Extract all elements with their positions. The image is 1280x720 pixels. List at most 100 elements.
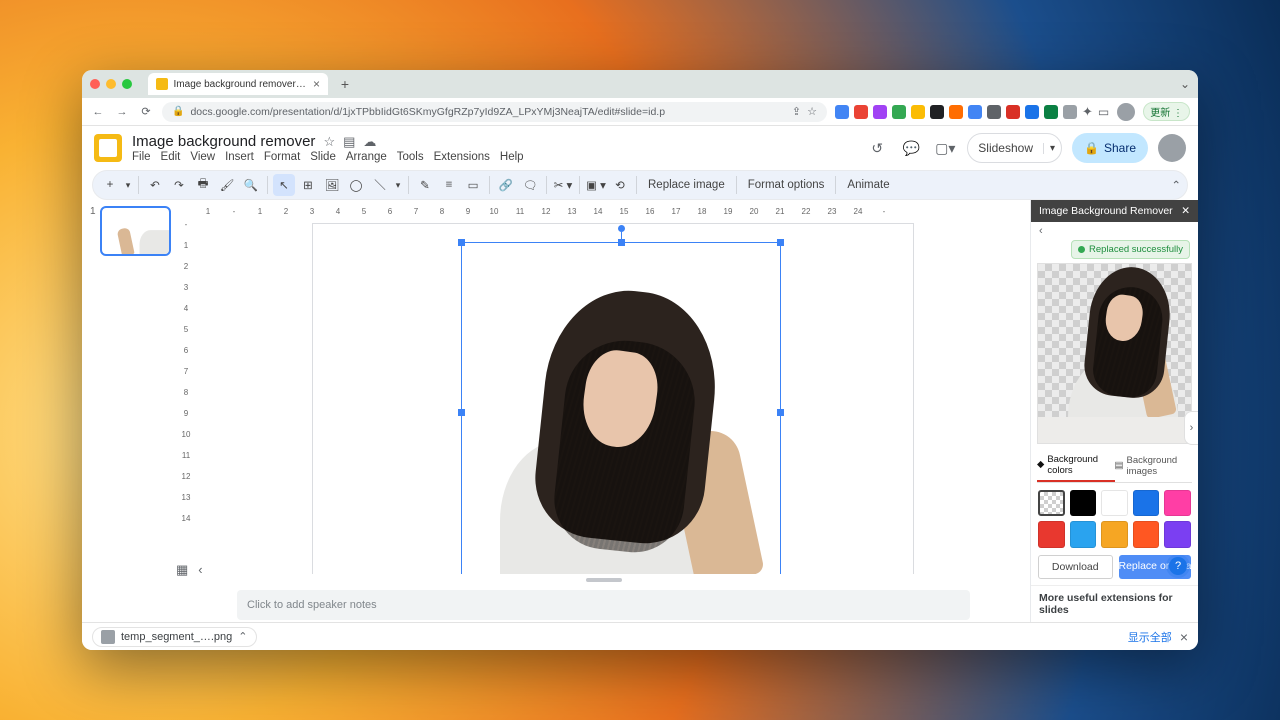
image-selection[interactable]	[461, 242, 781, 574]
replace-original-button[interactable]: Replace original image ?	[1119, 555, 1192, 579]
color-swatch[interactable]	[1164, 490, 1191, 517]
chevron-up-icon[interactable]: ⌃	[238, 630, 247, 643]
color-swatch[interactable]	[1133, 521, 1160, 548]
collapse-sidebar-icon[interactable]: ›	[1184, 411, 1198, 445]
mask-image-button[interactable]: ✂ ▾	[552, 174, 574, 196]
extension-back-button[interactable]: ‹	[1031, 222, 1198, 240]
minimize-window-button[interactable]	[106, 79, 116, 89]
animate-button[interactable]: Animate	[841, 179, 895, 191]
color-swatch[interactable]	[1101, 521, 1128, 548]
menu-tools[interactable]: Tools	[397, 151, 424, 163]
collapse-filmstrip-icon[interactable]: ‹	[198, 562, 202, 578]
close-extension-icon[interactable]: ✕	[1181, 205, 1190, 217]
tab-background-images[interactable]: ▤ Background images	[1115, 450, 1193, 482]
menu-insert[interactable]: Insert	[225, 151, 254, 163]
menu-slide[interactable]: Slide	[310, 151, 336, 163]
extension-icon[interactable]	[1044, 105, 1058, 119]
move-icon[interactable]: ▤	[343, 134, 355, 150]
format-options-button[interactable]: Format options	[742, 179, 831, 191]
color-swatch[interactable]	[1133, 490, 1160, 517]
menu-format[interactable]: Format	[264, 151, 300, 163]
resize-handle[interactable]	[618, 239, 625, 246]
close-tab-icon[interactable]: ×	[313, 77, 320, 91]
reload-button[interactable]: ⟳	[138, 104, 154, 120]
history-icon[interactable]: ↺	[865, 136, 889, 160]
extension-icon[interactable]	[930, 105, 944, 119]
slides-logo-icon[interactable]	[94, 134, 122, 162]
extension-icon[interactable]	[892, 105, 906, 119]
slide-editor[interactable]	[195, 216, 1030, 574]
more-extensions-link[interactable]: More useful extensions for slides	[1031, 585, 1198, 622]
tab-search-icon[interactable]: ⌄	[1180, 77, 1190, 91]
share-page-icon[interactable]: ⇪	[792, 105, 801, 118]
color-swatch[interactable]	[1038, 521, 1065, 548]
back-button[interactable]: ←	[90, 104, 106, 120]
rotate-handle[interactable]	[618, 225, 625, 232]
extension-icon[interactable]	[1006, 105, 1020, 119]
extension-icon[interactable]	[854, 105, 868, 119]
menu-view[interactable]: View	[190, 151, 215, 163]
collapse-toolbar-icon[interactable]: ⌃	[1171, 178, 1181, 192]
new-slide-button[interactable]: +	[99, 174, 121, 196]
slide-canvas[interactable]	[313, 224, 913, 574]
border-weight-button[interactable]: ≡	[438, 174, 460, 196]
show-all-downloads-button[interactable]: 显示全部	[1128, 629, 1172, 645]
image-button[interactable]: 🖼	[321, 174, 343, 196]
grid-view-icon[interactable]: ▦	[176, 562, 188, 578]
download-button[interactable]: Download	[1038, 555, 1113, 579]
maximize-window-button[interactable]	[122, 79, 132, 89]
new-tab-button[interactable]: +	[336, 75, 354, 93]
extension-icon[interactable]	[873, 105, 887, 119]
line-dropdown-icon[interactable]: ▾	[393, 174, 403, 196]
color-swatch[interactable]	[1101, 490, 1128, 517]
meet-icon[interactable]: ▢▾	[933, 136, 957, 160]
menu-help[interactable]: Help	[500, 151, 524, 163]
extension-icon[interactable]	[1063, 105, 1077, 119]
extension-icon[interactable]	[835, 105, 849, 119]
bookmark-star-icon[interactable]: ☆	[807, 105, 817, 118]
extension-icon[interactable]	[968, 105, 982, 119]
tab-background-colors[interactable]: ◆ Background colors	[1037, 450, 1115, 482]
print-button[interactable]: 🖶	[192, 174, 214, 196]
zoom-button[interactable]: 🔍	[240, 174, 262, 196]
cloud-status-icon[interactable]: ☁	[363, 134, 376, 150]
resize-handle[interactable]	[458, 239, 465, 246]
menu-file[interactable]: File	[132, 151, 151, 163]
notes-resize-handle[interactable]	[177, 574, 1030, 586]
star-icon[interactable]: ☆	[323, 134, 335, 150]
slide-thumbnail[interactable]	[100, 206, 171, 256]
help-fab-icon[interactable]: ?	[1169, 557, 1187, 575]
update-chrome-button[interactable]: 更新 ⋮	[1143, 102, 1190, 121]
extension-icon[interactable]	[949, 105, 963, 119]
redo-button[interactable]: ↷	[168, 174, 190, 196]
comment-button[interactable]: 🗨	[519, 174, 541, 196]
browser-tab[interactable]: Image background remover - G ×	[148, 73, 328, 95]
close-shelf-icon[interactable]: ×	[1180, 629, 1188, 645]
border-color-button[interactable]: ✎	[414, 174, 436, 196]
textbox-button[interactable]: ⊞	[297, 174, 319, 196]
close-window-button[interactable]	[90, 79, 100, 89]
comments-icon[interactable]: 💬	[899, 136, 923, 160]
address-bar[interactable]: 🔒 ⇪ ☆	[162, 102, 827, 122]
color-swatch[interactable]	[1038, 490, 1065, 517]
color-swatch[interactable]	[1070, 490, 1097, 517]
undo-button[interactable]: ↶	[144, 174, 166, 196]
side-panel-icon[interactable]: ▭	[1098, 105, 1109, 119]
extensions-menu-icon[interactable]: ✦	[1082, 104, 1093, 120]
profile-avatar[interactable]	[1117, 103, 1135, 121]
shape-button[interactable]: ◯	[345, 174, 367, 196]
url-input[interactable]	[190, 106, 785, 118]
reset-image-button[interactable]: ⟲	[609, 174, 631, 196]
color-swatch[interactable]	[1070, 521, 1097, 548]
slideshow-button[interactable]: Slideshow ▾	[967, 133, 1062, 163]
extension-icon[interactable]	[1025, 105, 1039, 119]
account-avatar[interactable]	[1158, 134, 1186, 162]
document-title[interactable]: Image background remover	[132, 133, 315, 150]
extension-icon[interactable]	[911, 105, 925, 119]
paint-format-button[interactable]: 🖌	[216, 174, 238, 196]
replace-image-button[interactable]: Replace image	[642, 179, 731, 191]
link-button[interactable]: 🔗	[495, 174, 517, 196]
menu-arrange[interactable]: Arrange	[346, 151, 387, 163]
new-slide-dropdown-icon[interactable]: ▾	[123, 174, 133, 196]
select-tool-button[interactable]: ↖	[273, 174, 295, 196]
